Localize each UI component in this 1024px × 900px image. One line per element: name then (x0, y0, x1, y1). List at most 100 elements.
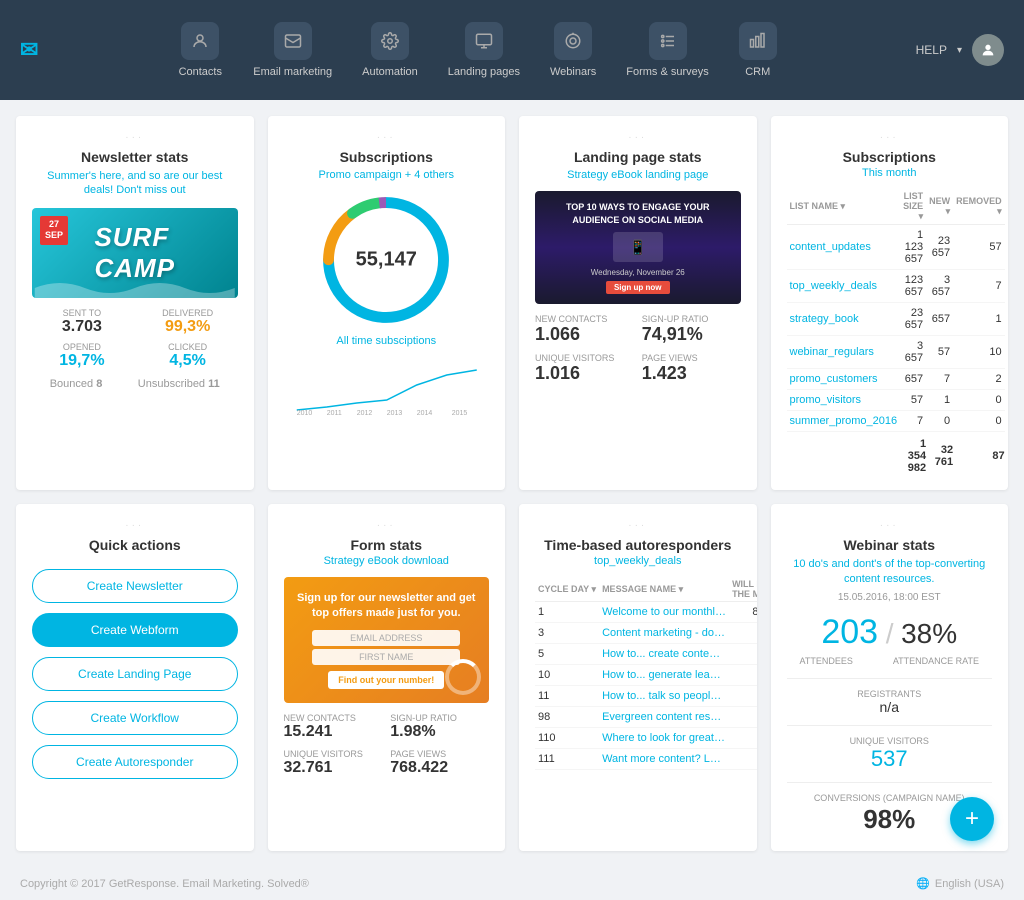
svg-text:2012: 2012 (356, 410, 372, 415)
new-contacts-value: 1.066 (535, 324, 634, 345)
card-drag-handle-7[interactable]: ··· (535, 520, 741, 531)
landing-title: Landing page stats (535, 149, 741, 165)
form-preview: Sign up for our newsletter and get top o… (284, 577, 490, 703)
quick-action-button[interactable]: Create Newsletter (32, 569, 238, 603)
form-preview-text: Sign up for our newsletter and get top o… (294, 591, 480, 622)
quick-title: Quick actions (32, 537, 238, 553)
webinar-uv-value: 537 (787, 746, 993, 772)
dashboard: ··· Newsletter stats Summer's here, and … (0, 100, 1024, 867)
sub-title: Subscriptions (284, 149, 490, 165)
help-label[interactable]: HELP (916, 43, 947, 57)
table-row: strategy_book 23 657 657 1 (787, 303, 1005, 336)
nav-item-automation[interactable]: Automation (350, 14, 430, 86)
quick-action-button[interactable]: Create Autoresponder (32, 745, 238, 779)
fab-button[interactable]: + (950, 797, 994, 841)
delivered-label: DELIVERED (138, 308, 238, 318)
avatar[interactable] (972, 34, 1004, 66)
nav-label-webinars: Webinars (550, 66, 596, 78)
landing-preview: TOP 10 WAYS TO ENGAGE YOURAUDIENCE ON SO… (535, 191, 741, 304)
card-drag-handle-4[interactable]: ··· (787, 132, 993, 143)
clicked-label: CLICKED (138, 342, 238, 352)
surf-banner: 27 SEP SURFCAMP (32, 208, 238, 298)
svg-text:2014: 2014 (416, 410, 432, 415)
card-drag-handle[interactable]: ··· (32, 132, 238, 143)
signup-ratio-stat: SIGN-UP RATIO 74,91% (642, 314, 741, 345)
form-signup-value: 1.98% (390, 723, 489, 741)
form-new-contacts-label: NEW CONTACTS (284, 713, 383, 723)
col-new: NEW ▾ (926, 189, 953, 225)
newsletter-subtitle: Summer's here, and so are our best deals… (32, 169, 238, 198)
clicked-value: 4,5% (138, 352, 238, 370)
table-row: top_weekly_deals 123 657 3 657 7 (787, 270, 1005, 303)
landing-stats-card: ··· Landing page stats Strategy eBook la… (519, 116, 757, 490)
nav-label-contacts: Contacts (179, 66, 222, 78)
quick-action-button[interactable]: Create Workflow (32, 701, 238, 735)
sub-table-title: Subscriptions (787, 149, 993, 165)
webinar-slash: / (886, 618, 894, 649)
form-pv-label: PAGE VIEWS (390, 749, 489, 759)
unique-visitors-label: UNIQUE VISITORS (535, 353, 634, 363)
nav-item-forms[interactable]: Forms & surveys (614, 14, 721, 86)
nav-item-crm[interactable]: CRM (727, 14, 789, 86)
sent-value: 3.703 (32, 318, 132, 336)
newsletter-title: Newsletter stats (32, 149, 238, 165)
webinar-attendance-rate: 38% (901, 618, 957, 649)
quick-action-button[interactable]: Create Webform (32, 613, 238, 647)
auto-title: Time-based autoresponders (535, 537, 741, 553)
surf-text: SURFCAMP (94, 222, 175, 284)
svg-text:2015: 2015 (451, 410, 467, 415)
card-drag-handle-2[interactable]: ··· (284, 132, 490, 143)
new-contacts-label: NEW CONTACTS (535, 314, 634, 324)
top-nav: ✉ Contacts Email marketing A (0, 0, 1024, 100)
form-uv-label: UNIQUE VISITORS (284, 749, 383, 759)
total-new: 32 761 (926, 432, 953, 475)
quick-action-button[interactable]: Create Landing Page (32, 657, 238, 691)
form-subtitle: Strategy eBook download (284, 555, 490, 567)
nav-item-landing[interactable]: Landing pages (436, 14, 532, 86)
table-row: 110 Where to look for great content and … (535, 728, 757, 749)
nav-item-webinars[interactable]: Webinars (538, 14, 608, 86)
auto-col-cycle: CYCLE DAY ▾ (535, 577, 599, 602)
form-uv-value: 32.761 (284, 759, 383, 777)
card-drag-handle-6[interactable]: ··· (284, 520, 490, 531)
globe-icon: 🌐 (916, 877, 930, 890)
table-row: 3 Content marketing - do I need it? 9.23… (535, 623, 757, 644)
col-size: LIST SIZE ▾ (900, 189, 926, 225)
nav-item-contacts[interactable]: Contacts (165, 14, 235, 86)
webinar-rate-label: ATTENDANCE RATE (893, 656, 979, 666)
footer-lang[interactable]: 🌐 English (USA) (916, 877, 1004, 890)
all-time-label: All time subsciptions (284, 335, 490, 347)
webinar-date: 15.05.2016, 18:00 EST (787, 592, 993, 603)
webinar-unique-visitors: UNIQUE VISITORS 537 (787, 736, 993, 772)
subscriptions-donut-card: ··· Subscriptions Promo campaign + 4 oth… (268, 116, 506, 490)
card-drag-handle-8[interactable]: ··· (787, 520, 993, 531)
form-page-views: PAGE VIEWS 768.422 (390, 749, 489, 777)
opened-label: OPENED (32, 342, 132, 352)
stat-sent: SENT TO 3.703 (32, 308, 132, 336)
help-chevron: ▾ (957, 45, 962, 56)
table-row: 98 Evergreen content resources and how t… (535, 707, 757, 728)
card-drag-handle-3[interactable]: ··· (535, 132, 741, 143)
total-label (787, 432, 901, 475)
nav-label-crm: CRM (745, 66, 770, 78)
webinar-registrants: REGISTRANTS n/a (787, 689, 993, 715)
signup-ratio-label: SIGN-UP RATIO (642, 314, 741, 324)
newsletter-card: ··· Newsletter stats Summer's here, and … (16, 116, 254, 490)
table-row: 1 Welcome to our monthly content updates… (535, 602, 757, 623)
form-title: Form stats (284, 537, 490, 553)
footer-copyright: Copyright © 2017 GetResponse. Email Mark… (20, 878, 309, 890)
nav-item-email[interactable]: Email marketing (241, 14, 344, 86)
table-row: 10 How to... generate leads through cont… (535, 665, 757, 686)
stat-clicked: CLICKED 4,5% (138, 342, 238, 370)
svg-text:2010: 2010 (296, 410, 312, 415)
form-email-placeholder: EMAIL ADDRESS (312, 630, 460, 646)
form-unique-visitors: UNIQUE VISITORS 32.761 (284, 749, 383, 777)
registrants-label: REGISTRANTS (787, 689, 993, 699)
form-pv-value: 768.422 (390, 759, 489, 777)
svg-text:2013: 2013 (386, 410, 402, 415)
card-drag-handle-5[interactable]: ··· (32, 520, 238, 531)
donut-number: 55,147 (356, 249, 417, 272)
delivered-value: 99,3% (138, 318, 238, 336)
total-size: 1 354 982 (900, 432, 926, 475)
table-row: 11 How to... talk so people listed. Into… (535, 686, 757, 707)
